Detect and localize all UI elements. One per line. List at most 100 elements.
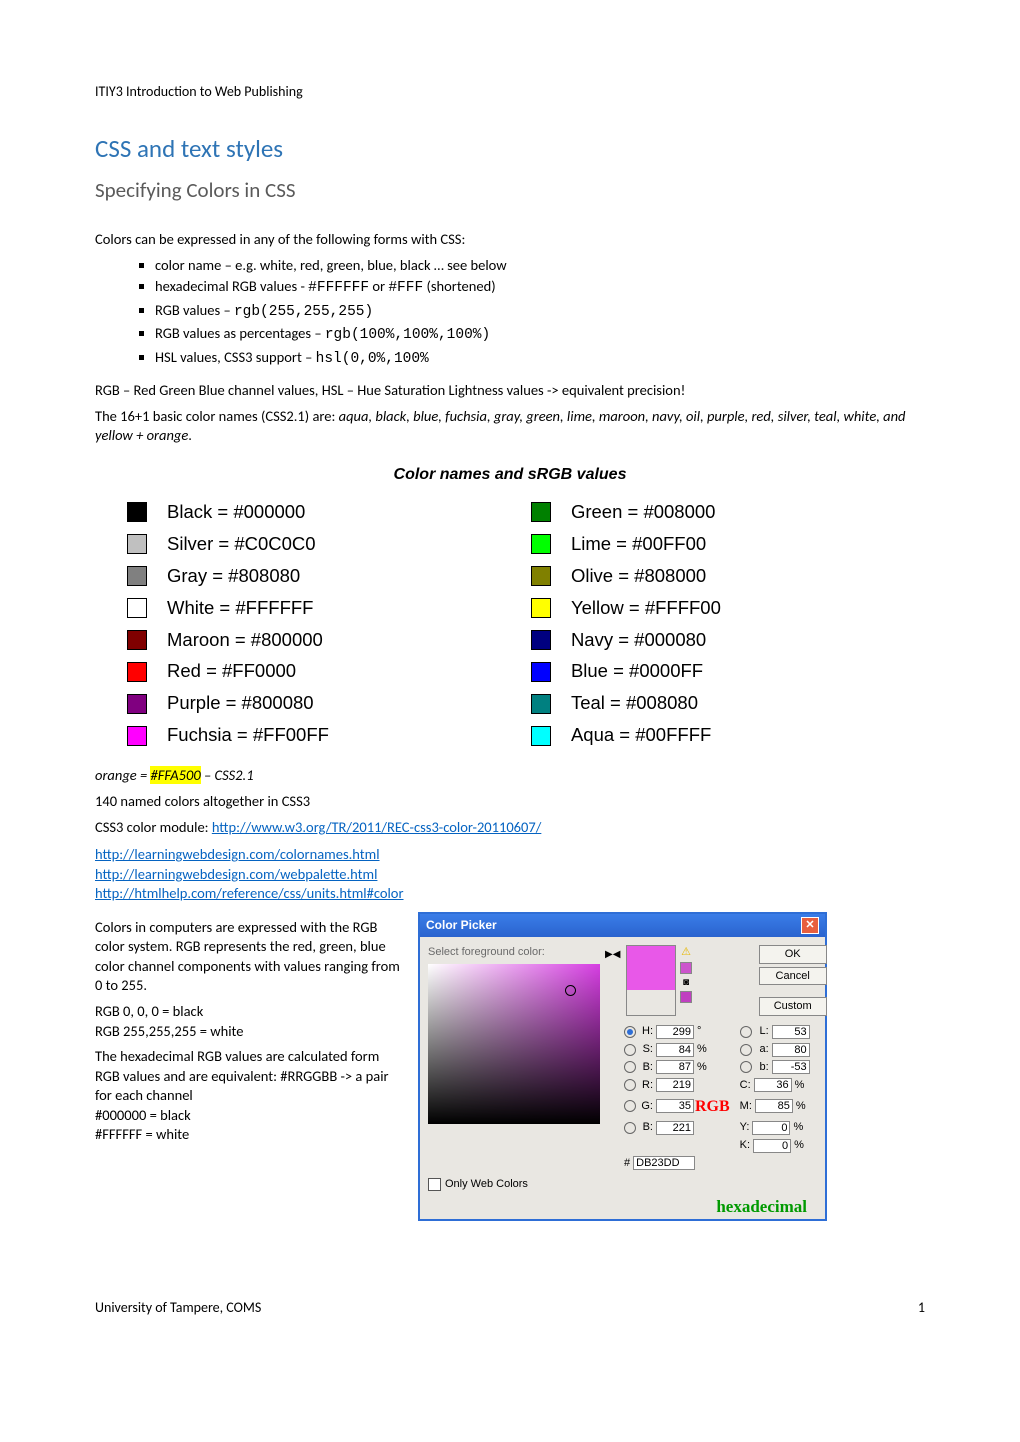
color-swatch-icon [531,630,551,650]
css3-module-link[interactable]: http://www.w3.org/TR/2011/REC-css3-color… [212,818,542,836]
web-safe-icon[interactable]: ◙ [683,976,689,990]
swatch-label: Navy = #000080 [571,628,706,653]
para-rgb-system: Colors in computers are expressed with t… [95,918,400,996]
text: hexadecimal RGB values - [155,277,308,295]
swatch-label: Blue = #0000FF [571,659,703,684]
color-swatch-icon [127,630,147,650]
l-input[interactable] [772,1025,810,1039]
color-picker-dialog: Color Picker ✕ Select foreground color: … [418,912,827,1221]
webpalette-link[interactable]: http://learningwebdesign.com/webpalette.… [95,865,377,883]
color-swatch-icon [531,502,551,522]
code: rgb(100%,100%,100%) [325,327,490,343]
text: – CSS2.1 [201,766,254,784]
text: RGB values – [155,301,234,319]
swatch-row: Purple = #800080 [127,691,329,716]
para-hex-explain: The hexadecimal RGB values are calculate… [95,1047,400,1145]
custom-button[interactable]: Custom [759,997,827,1016]
y-input[interactable] [752,1121,790,1135]
orange-note: orange = #FFA500 – CSS2.1 [95,766,925,786]
checkbox-icon [428,1178,441,1191]
color-swatch-icon [127,502,147,522]
a-input[interactable] [772,1043,810,1057]
g-input[interactable] [656,1099,694,1113]
r-input[interactable] [656,1078,694,1092]
swatch-row: Yellow = #FFFF00 [531,596,721,621]
ok-button[interactable]: OK [759,945,827,964]
r-label: R: [639,1078,653,1093]
text: orange = [95,766,150,784]
swatch-row: Teal = #008080 [531,691,721,716]
l-radio[interactable] [740,1026,752,1038]
swatch-row: Lime = #00FF00 [531,532,721,557]
swatch-row: Olive = #808000 [531,564,721,589]
swatch-label: Silver = #C0C0C0 [167,532,316,557]
picker-titlebar: Color Picker ✕ [420,914,825,937]
g-label: G: [639,1099,653,1114]
mini-swatch[interactable] [680,962,692,974]
text: (shortened) [423,277,495,295]
list-item: HSL values, CSS3 support – hsl(0,0%,100% [155,348,925,370]
swatch-label: Yellow = #FFFF00 [571,596,721,621]
color-swatch-icon [531,726,551,746]
swatch-row: Silver = #C0C0C0 [127,532,329,557]
a-radio[interactable] [740,1044,752,1056]
color-swatch-icon [531,662,551,682]
bval-input[interactable] [656,1060,694,1074]
swatch-row: Fuchsia = #FF00FF [127,723,329,748]
swatch-row: Aqua = #00FFFF [531,723,721,748]
colornames-link[interactable]: http://learningwebdesign.com/colornames.… [95,845,380,863]
css3-module-line: CSS3 color module: http://www.w3.org/TR/… [95,818,925,838]
b-input[interactable] [772,1060,810,1074]
unit: % [794,1138,808,1153]
color-swatch-icon [127,694,147,714]
b-label: b: [755,1060,769,1075]
swatch-row: Green = #008000 [531,500,721,525]
h-radio[interactable] [624,1026,636,1038]
m-input[interactable] [755,1099,793,1113]
bch-input[interactable] [656,1121,694,1135]
h-input[interactable] [656,1025,694,1039]
bval-radio[interactable] [624,1061,636,1073]
close-icon[interactable]: ✕ [801,917,819,934]
bch-label: B: [639,1120,653,1135]
rgb-annotation: RGB [695,1096,730,1118]
swatch-label: Gray = #808080 [167,564,300,589]
r-radio[interactable] [624,1079,636,1091]
cancel-button[interactable]: Cancel [759,967,827,986]
swatch-row: Gray = #808080 [127,564,329,589]
code: #FFFFFF [308,280,369,296]
footer-left: University of Tampere, COMS [95,1299,261,1318]
text: color name – e.g. white, red, green, blu… [155,256,507,274]
color-swatch-icon [127,662,147,682]
k-input[interactable] [753,1139,791,1153]
swatch-label: Maroon = #800000 [167,628,323,653]
swatch-label: Fuchsia = #FF00FF [167,723,329,748]
text: CSS3 color module: [95,818,212,836]
warning-icon[interactable]: ⚠ [681,945,691,960]
rgb-hsl-note: RGB – Red Green Blue channel values, HSL… [95,381,925,401]
owc-label: Only Web Colors [445,1177,528,1192]
hex-input[interactable] [633,1156,695,1170]
color-swatch-icon [531,694,551,714]
mini-swatch[interactable] [680,991,692,1003]
swatch-row: Maroon = #800000 [127,628,329,653]
text: or [369,277,388,295]
s-radio[interactable] [624,1044,636,1056]
swatch-label: Green = #008000 [571,500,716,525]
color-swatch-icon [127,598,147,618]
color-names-para: The 16+1 basic color names (CSS2.1) are:… [95,407,925,446]
gamut-warning: ⚠ ◙ [680,945,692,1017]
c-input[interactable] [754,1078,792,1092]
only-web-colors-checkbox[interactable]: Only Web Colors [428,1177,528,1192]
swatch-label: Black = #000000 [167,500,305,525]
unit: ° [697,1024,711,1039]
g-radio[interactable] [624,1100,636,1112]
b-radio[interactable] [740,1061,752,1073]
bch-radio[interactable] [624,1122,636,1134]
color-count-line: 140 named colors altogether in CSS3 [95,792,925,812]
s-input[interactable] [656,1043,694,1057]
text: #FFFFFF = white [95,1125,189,1143]
htmlhelp-link[interactable]: http://htmlhelp.com/reference/css/units.… [95,884,404,902]
color-swatch-icon [127,534,147,554]
color-gradient[interactable] [428,964,600,1124]
